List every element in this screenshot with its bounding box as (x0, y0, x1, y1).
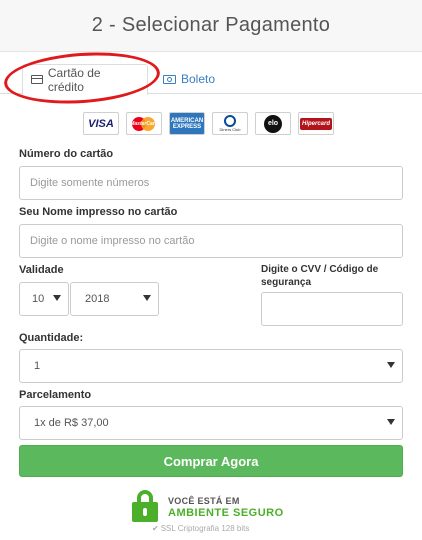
quantity-select[interactable]: 1 (19, 349, 403, 383)
check-icon: ✔ (152, 524, 159, 533)
mastercard-logo: MasterCard (126, 112, 162, 135)
cvv-label: Digite o CVV / Código de segurança (261, 264, 379, 288)
amex-logo: AMERICAN EXPRESS (169, 112, 205, 135)
quantity-value: 1 (34, 360, 41, 372)
hipercard-logo: Hipercard (298, 112, 334, 135)
credit-card-icon (31, 75, 43, 84)
tab-credit-card[interactable]: Cartão de crédito (22, 64, 148, 95)
card-name-input[interactable]: Digite o nome impresso no cartão (19, 224, 403, 258)
validity-year-value: 2018 (85, 293, 110, 305)
cvv-input[interactable] (261, 292, 403, 326)
page-title: 2 - Selecionar Pagamento (91, 14, 331, 36)
buy-now-button[interactable]: Comprar Agora (19, 445, 403, 477)
ssl-text: ✔ SSL Criptografia 128 bits (152, 524, 249, 533)
tab-boleto-label: Boleto (181, 72, 216, 86)
installments-label: Parcelamento (19, 389, 92, 401)
installments-select[interactable]: 1x de R$ 37,00 (19, 406, 403, 440)
validity-month-select[interactable]: 10 (19, 282, 69, 316)
validity-year-select[interactable]: 2018 (70, 282, 159, 316)
payment-tabs: Cartão de crédito Boleto (0, 64, 422, 95)
chevron-down-icon (387, 362, 395, 368)
card-brands: VISA MasterCard AMERICAN EXPRESS Diners … (83, 112, 334, 135)
installments-value: 1x de R$ 37,00 (34, 417, 109, 429)
card-number-label: Número do cartão (19, 148, 114, 160)
tab-credit-card-label: Cartão de crédito (47, 65, 101, 94)
ssl-text-label: SSL Criptografia 128 bits (160, 524, 250, 533)
header: 2 - Selecionar Pagamento (0, 0, 422, 52)
secure-line2: AMBIENTE SEGURO (168, 507, 284, 519)
validity-month-value: 10 (32, 293, 45, 305)
card-number-input[interactable]: Digite somente números (19, 166, 403, 200)
quantity-label: Quantidade: (19, 332, 84, 344)
card-number-placeholder: Digite somente números (30, 177, 150, 189)
tab-boleto[interactable]: Boleto (155, 64, 223, 94)
visa-logo: VISA (83, 112, 119, 135)
secure-line1: VOCÊ ESTÁ EM (168, 496, 240, 506)
chevron-down-icon (143, 295, 151, 301)
card-name-label: Seu Nome impresso no cartão (19, 206, 178, 218)
chevron-down-icon (53, 295, 61, 301)
secure-environment-badge: VOCÊ ESTÁ EM AMBIENTE SEGURO ✔ SSL Cripto… (132, 490, 292, 538)
diners-logo: Diners Club (212, 112, 248, 135)
validity-label: Validade (19, 264, 64, 276)
chevron-down-icon (387, 419, 395, 425)
elo-logo: elo (255, 112, 291, 135)
money-icon (163, 74, 176, 84)
card-name-placeholder: Digite o nome impresso no cartão (30, 235, 195, 247)
lock-icon (132, 490, 158, 524)
